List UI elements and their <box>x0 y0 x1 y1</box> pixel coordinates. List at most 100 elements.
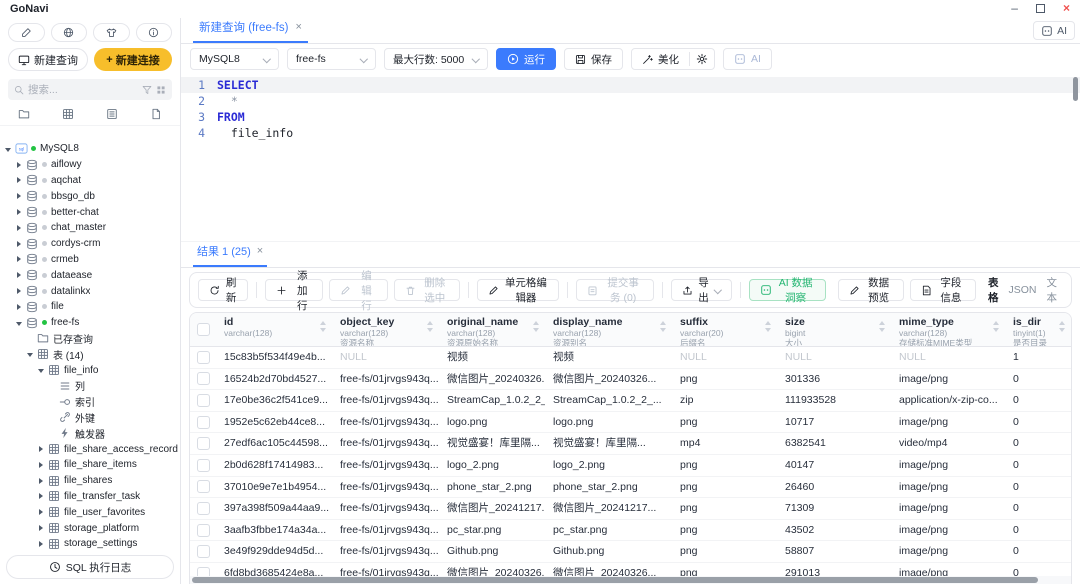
table-row[interactable]: 27edf6ac105c44598...free-fs/01jrvgs943q.… <box>190 433 1071 455</box>
table-row[interactable]: 16524b2d70bd4527...free-fs/01jrvgs943q..… <box>190 369 1071 391</box>
theme-shirt-button[interactable] <box>93 23 130 42</box>
table-row[interactable]: 3e49f929dde94d5d...free-fs/01jrvgs943q..… <box>190 541 1071 563</box>
column-header-display_name[interactable]: display_namevarchar(128)资源别名 <box>545 313 672 346</box>
column-header-is_dir[interactable]: is_dirtinyint(1)是否目录 <box>1005 313 1071 346</box>
cell-id[interactable]: 17e0be36c2f541ce9... <box>216 390 332 411</box>
caret-down-icon[interactable] <box>4 145 12 153</box>
cell-suffix[interactable]: zip <box>672 390 777 411</box>
tree-item-file_transfer_task[interactable]: file_transfer_task <box>0 489 180 505</box>
cell-mime_type[interactable]: image/png <box>891 541 1005 562</box>
cell-display_name[interactable]: 视觉盛宴！库里隔... <box>545 433 672 454</box>
column-header-id[interactable]: idvarchar(128) <box>216 313 332 346</box>
caret-right-icon[interactable] <box>37 524 45 532</box>
table-row[interactable]: 3aafb3fbbe174a34a...free-fs/01jrvgs943q.… <box>190 520 1071 542</box>
row-checkbox[interactable] <box>197 351 210 364</box>
cell-is_dir[interactable]: 0 <box>1005 369 1071 390</box>
cell-is_dir[interactable]: 1 <box>1005 347 1071 368</box>
cell-object_key[interactable]: free-fs/01jrvgs943q... <box>332 433 439 454</box>
cell-is_dir[interactable]: 0 <box>1005 390 1071 411</box>
caret-right-icon[interactable] <box>15 192 23 200</box>
cell-suffix[interactable]: png <box>672 498 777 519</box>
tree-item-列[interactable]: 列 <box>0 378 180 394</box>
row-checkbox[interactable] <box>197 524 210 537</box>
editor-ai-button[interactable]: AI <box>723 48 772 70</box>
cell-original_name[interactable]: 微信图片_20240326... <box>439 369 545 390</box>
cell-is_dir[interactable]: 0 <box>1005 498 1071 519</box>
cell-suffix[interactable]: png <box>672 412 777 433</box>
max-rows-select[interactable]: 最大行数: 5000 <box>384 48 488 70</box>
edit-row-button[interactable]: 编辑行 <box>329 279 387 301</box>
settings-button[interactable] <box>690 49 714 69</box>
cell-suffix[interactable]: NULL <box>672 347 777 368</box>
sort-icon[interactable] <box>1059 321 1066 332</box>
ai-insight-button[interactable]: AI 数据洞察 <box>749 279 826 301</box>
code-line-1[interactable]: 1SELECT <box>181 77 1080 93</box>
cell-original_name[interactable]: phone_star_2.png <box>439 477 545 498</box>
caret-down-icon[interactable] <box>15 319 23 327</box>
caret-right-icon[interactable] <box>15 208 23 216</box>
cell-is_dir[interactable]: 0 <box>1005 455 1071 476</box>
cell-mime_type[interactable]: video/mp4 <box>891 433 1005 454</box>
cell-suffix[interactable]: png <box>672 477 777 498</box>
cell-size[interactable]: 71309 <box>777 498 891 519</box>
sql-log-button[interactable]: SQL 执行日志 <box>6 555 174 579</box>
cell-original_name[interactable]: StreamCap_1.0.2_2_... <box>439 390 545 411</box>
cell-object_key[interactable]: free-fs/01jrvgs943q... <box>332 390 439 411</box>
cell-suffix[interactable]: png <box>672 455 777 476</box>
column-header-object_key[interactable]: object_keyvarchar(128)资源名称 <box>332 313 439 346</box>
code-line-3[interactable]: 3FROM <box>181 109 1080 125</box>
cell-display_name[interactable]: Github.png <box>545 541 672 562</box>
cell-object_key[interactable]: NULL <box>332 347 439 368</box>
tree-item-MySQL8[interactable]: sqlMySQL8 <box>0 141 180 157</box>
cell-size[interactable]: NULL <box>777 347 891 368</box>
caret-down-icon[interactable] <box>26 350 34 358</box>
tree-item-file_info[interactable]: file_info <box>0 362 180 378</box>
cell-display_name[interactable]: 视频 <box>545 347 672 368</box>
row-checkbox[interactable] <box>197 459 210 472</box>
table-row[interactable]: 37010e9e7e1b4954...free-fs/01jrvgs943q..… <box>190 477 1071 499</box>
cell-size[interactable]: 43502 <box>777 520 891 541</box>
tree-item-better-chat[interactable]: better-chat <box>0 204 180 220</box>
cell-id[interactable]: 3aafb3fbbe174a34a... <box>216 520 332 541</box>
cell-display_name[interactable]: pc_star.png <box>545 520 672 541</box>
refresh-button[interactable]: 刷新 <box>198 279 248 301</box>
sort-icon[interactable] <box>993 321 1000 332</box>
column-header-mime_type[interactable]: mime_typevarchar(128)存储标准MIME类型 <box>891 313 1005 346</box>
cell-id[interactable]: 37010e9e7e1b4954... <box>216 477 332 498</box>
tree-item-表 (14)[interactable]: 表 (14) <box>0 346 180 362</box>
tree-item-free-fs[interactable]: free-fs <box>0 315 180 331</box>
cell-mime_type[interactable]: image/png <box>891 477 1005 498</box>
column-header-size[interactable]: sizebigint大小 <box>777 313 891 346</box>
cell-size[interactable]: 6382541 <box>777 433 891 454</box>
tree-item-bbsgo_db[interactable]: bbsgo_db <box>0 188 180 204</box>
sql-editor[interactable]: 1SELECT2 *3FROM4 file_info <box>181 74 1080 242</box>
tree-item-dataease[interactable]: dataease <box>0 267 180 283</box>
table-row[interactable]: 397a398f509a44aa9...free-fs/01jrvgs943q.… <box>190 498 1071 520</box>
cell-suffix[interactable]: mp4 <box>672 433 777 454</box>
row-checkbox[interactable] <box>197 372 210 385</box>
sort-icon[interactable] <box>765 321 772 332</box>
cell-size[interactable]: 301336 <box>777 369 891 390</box>
sort-icon[interactable] <box>660 321 667 332</box>
caret-right-icon[interactable] <box>15 271 23 279</box>
tree-item-crmeb[interactable]: crmeb <box>0 252 180 268</box>
cell-id[interactable]: 1952e5c62eb44ce8... <box>216 412 332 433</box>
field-info-button[interactable]: 字段信息 <box>910 279 976 301</box>
tree-item-cordys-crm[interactable]: cordys-crm <box>0 236 180 252</box>
close-button[interactable]: × <box>1063 1 1070 15</box>
sort-icon[interactable] <box>533 321 540 332</box>
cell-display_name[interactable]: 微信图片_20240326... <box>545 369 672 390</box>
caret-right-icon[interactable] <box>15 161 23 169</box>
maximize-button[interactable] <box>1036 4 1045 13</box>
table-row[interactable]: 1952e5c62eb44ce8...free-fs/01jrvgs943q..… <box>190 412 1071 434</box>
tree-tab-folder[interactable] <box>18 108 30 120</box>
cell-is_dir[interactable]: 0 <box>1005 412 1071 433</box>
scrollbar-thumb[interactable] <box>192 577 1038 583</box>
cell-id[interactable]: 3e49f929dde94d5d... <box>216 541 332 562</box>
cell-original_name[interactable]: logo.png <box>439 412 545 433</box>
column-header-suffix[interactable]: suffixvarchar(20)后缀名 <box>672 313 777 346</box>
caret-right-icon[interactable] <box>37 461 45 469</box>
tab-result-1[interactable]: 结果 1 (25) × <box>193 243 267 267</box>
close-tab-icon[interactable]: × <box>295 21 301 33</box>
tree-tab-file[interactable] <box>150 108 162 120</box>
